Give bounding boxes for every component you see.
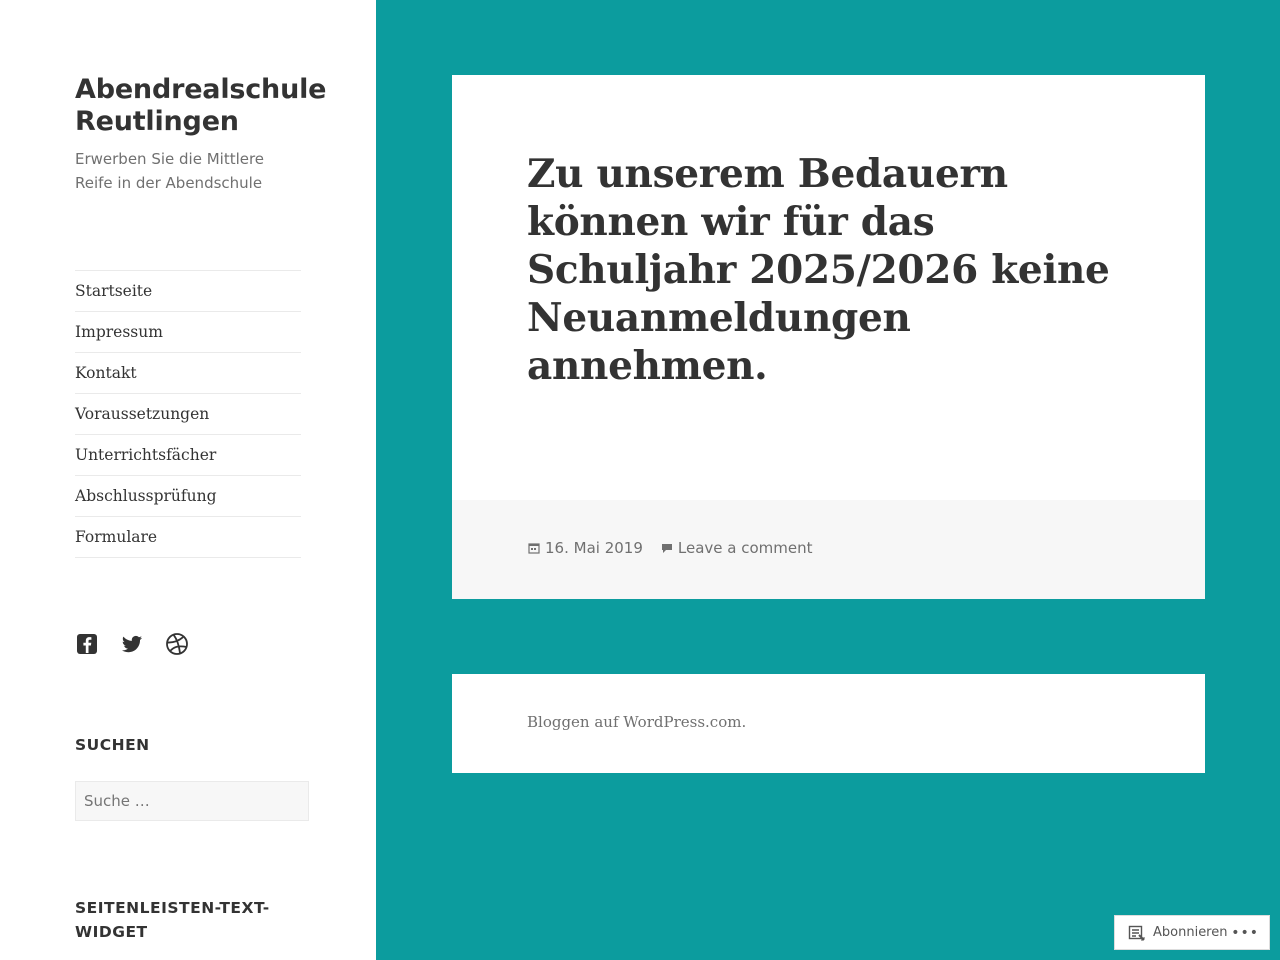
post-card: Zu unserem Bedauern können wir für das S…: [452, 75, 1205, 599]
nav-item-voraussetzungen[interactable]: Voraussetzungen: [75, 394, 301, 435]
main-navigation: Startseite Impressum Kontakt Voraussetzu…: [75, 270, 301, 558]
post-date[interactable]: 16. Mai 2019: [545, 539, 643, 557]
dribbble-icon[interactable]: [165, 632, 189, 656]
site-title[interactable]: Abendrealschule Reutlingen: [75, 74, 326, 138]
facebook-icon[interactable]: [75, 632, 99, 656]
site-footer: Bloggen auf WordPress.com.: [452, 674, 1205, 773]
nav-item-abschlusspruefung[interactable]: Abschlussprüfung: [75, 476, 301, 517]
twitter-icon[interactable]: [120, 632, 144, 656]
nav-item-startseite[interactable]: Startseite: [75, 271, 301, 312]
comment-icon: [660, 541, 674, 555]
post-title[interactable]: Zu unserem Bedauern können wir für das S…: [527, 150, 1147, 390]
calendar-icon: [527, 541, 541, 555]
subscribe-icon[interactable]: [1128, 924, 1146, 942]
nav-item-unterrichtsfaecher[interactable]: Unterrichtsfächer: [75, 435, 301, 476]
search-input[interactable]: [75, 781, 309, 821]
wordpress-credit-link[interactable]: Bloggen auf WordPress.com.: [527, 713, 746, 731]
search-widget-title: SUCHEN: [75, 736, 150, 754]
social-links: [75, 632, 189, 656]
nav-item-kontakt[interactable]: Kontakt: [75, 353, 301, 394]
more-options-button[interactable]: •••: [1231, 925, 1259, 941]
subscribe-button[interactable]: Abonnieren: [1153, 925, 1227, 940]
post-meta: 16. Mai 2019 Leave a comment: [527, 539, 813, 557]
post-footer: 16. Mai 2019 Leave a comment: [452, 500, 1205, 599]
subscribe-bar: Abonnieren •••: [1114, 915, 1270, 950]
site-description: Erwerben Sie die Mittlere Reife in der A…: [75, 150, 265, 192]
nav-item-impressum[interactable]: Impressum: [75, 312, 301, 353]
leave-comment-link[interactable]: Leave a comment: [678, 539, 813, 557]
text-widget-title: SEITENLEISTEN-TEXT-WIDGET: [75, 899, 270, 941]
sidebar: Abendrealschule Reutlingen Erwerben Sie …: [0, 0, 376, 960]
nav-item-formulare[interactable]: Formulare: [75, 517, 301, 558]
